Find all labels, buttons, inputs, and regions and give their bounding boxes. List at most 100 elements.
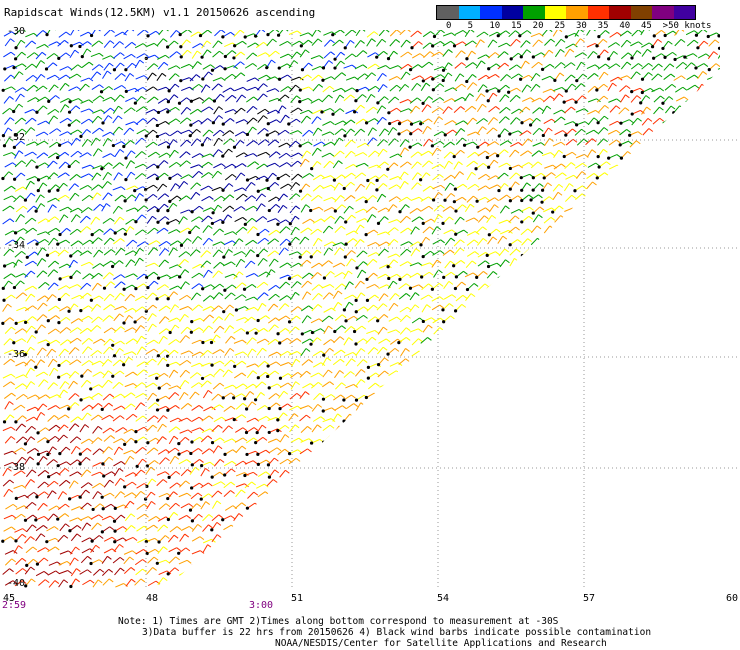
wind-barb bbox=[166, 511, 179, 522]
wind-barb bbox=[126, 207, 139, 212]
wind-barb bbox=[221, 118, 235, 126]
wind-barb bbox=[586, 494, 600, 499]
wind-barb bbox=[476, 103, 487, 112]
wind-barb bbox=[125, 273, 138, 278]
wind-barb bbox=[288, 512, 301, 522]
wind-barb bbox=[498, 306, 511, 313]
wind-barb bbox=[367, 347, 379, 355]
wind-barb bbox=[596, 492, 611, 499]
wind-barb bbox=[442, 439, 457, 446]
wind-barb bbox=[563, 470, 577, 475]
wind-barb bbox=[629, 260, 641, 269]
wind-barb bbox=[587, 249, 600, 256]
wind-barb bbox=[91, 192, 102, 201]
wind-barb bbox=[684, 580, 698, 587]
wind-barb bbox=[81, 337, 94, 345]
wind-barb bbox=[631, 176, 645, 181]
wind-barb bbox=[225, 335, 236, 344]
wind-barb bbox=[641, 206, 655, 214]
wind-barb bbox=[719, 514, 720, 521]
wind-barb bbox=[596, 148, 608, 159]
wind-barb bbox=[597, 374, 611, 379]
wind-barb bbox=[543, 491, 555, 499]
wind-barb bbox=[145, 86, 158, 92]
wind-barb bbox=[122, 314, 134, 325]
wind-barb bbox=[69, 471, 82, 477]
wind-barb bbox=[630, 306, 642, 313]
wind-barb bbox=[497, 283, 510, 291]
wind-barb bbox=[399, 558, 412, 565]
wind-barb bbox=[575, 514, 589, 522]
wind-barb bbox=[212, 93, 225, 103]
wind-barb bbox=[496, 316, 511, 323]
wind-barb bbox=[179, 313, 189, 323]
wind-barb bbox=[673, 75, 686, 81]
wind-barb bbox=[168, 195, 182, 203]
wind-barb bbox=[683, 471, 699, 477]
wind-barb bbox=[37, 470, 50, 477]
wind-barb bbox=[178, 30, 192, 37]
wind-barb bbox=[585, 371, 600, 378]
wind-barb bbox=[465, 558, 478, 565]
wind-barb bbox=[608, 164, 622, 170]
wind-barb bbox=[631, 238, 643, 246]
wind-barb bbox=[585, 392, 597, 400]
wind-barb bbox=[178, 251, 191, 258]
wind-barb bbox=[344, 294, 357, 300]
wind-barb bbox=[442, 415, 454, 423]
wind-barb bbox=[529, 249, 542, 259]
wind-barb bbox=[354, 64, 368, 70]
wind-barb bbox=[432, 239, 445, 245]
wind-barb bbox=[707, 151, 720, 160]
wind-barb bbox=[629, 270, 640, 279]
wind-barb bbox=[367, 252, 381, 257]
wind-barb bbox=[189, 108, 202, 115]
wind-barb bbox=[310, 372, 323, 378]
wind-barb bbox=[453, 183, 468, 191]
wind-barb bbox=[367, 559, 381, 564]
wind-barb bbox=[619, 522, 629, 532]
wind-barb bbox=[24, 305, 37, 312]
wind-barb bbox=[388, 502, 401, 509]
wind-barb bbox=[101, 503, 116, 511]
wind-barb bbox=[257, 127, 269, 135]
wind-barb bbox=[377, 460, 391, 466]
wind-barb bbox=[278, 152, 291, 159]
wind-barb bbox=[642, 170, 654, 178]
wind-barb bbox=[431, 147, 442, 156]
wind-barb bbox=[586, 193, 598, 201]
wind-barb bbox=[310, 228, 323, 235]
wind-barb bbox=[686, 456, 697, 465]
wind-barb bbox=[608, 203, 620, 212]
wind-barb bbox=[453, 405, 467, 414]
wind-barb bbox=[544, 38, 556, 46]
wind-barb bbox=[333, 579, 346, 586]
wind-barb bbox=[465, 425, 478, 432]
wind-barb bbox=[509, 557, 521, 566]
wind-barb bbox=[674, 237, 685, 246]
wind-barb bbox=[476, 522, 488, 531]
wind-barb bbox=[586, 347, 597, 356]
wind-barb bbox=[475, 436, 487, 444]
wind-barb bbox=[156, 471, 170, 476]
wind-barb bbox=[80, 368, 93, 378]
wind-barb bbox=[147, 392, 158, 401]
wind-barb bbox=[168, 392, 180, 400]
wind-barb bbox=[564, 380, 575, 389]
wind-barb bbox=[686, 556, 697, 564]
wind-barb bbox=[686, 130, 700, 135]
wind-barb bbox=[410, 374, 425, 381]
wind-barb bbox=[608, 260, 621, 267]
wind-barb bbox=[114, 567, 125, 576]
wind-barb bbox=[431, 580, 444, 587]
wind-barb bbox=[57, 503, 70, 510]
wind-barb bbox=[486, 92, 498, 103]
wind-barb bbox=[442, 271, 456, 279]
wind-barb bbox=[268, 324, 279, 332]
wind-barb bbox=[322, 121, 335, 126]
wind-barb bbox=[663, 478, 675, 487]
wind-barb bbox=[111, 370, 125, 378]
wind-barb bbox=[15, 568, 27, 575]
wind-barb bbox=[662, 304, 675, 311]
wind-barb bbox=[400, 248, 412, 256]
